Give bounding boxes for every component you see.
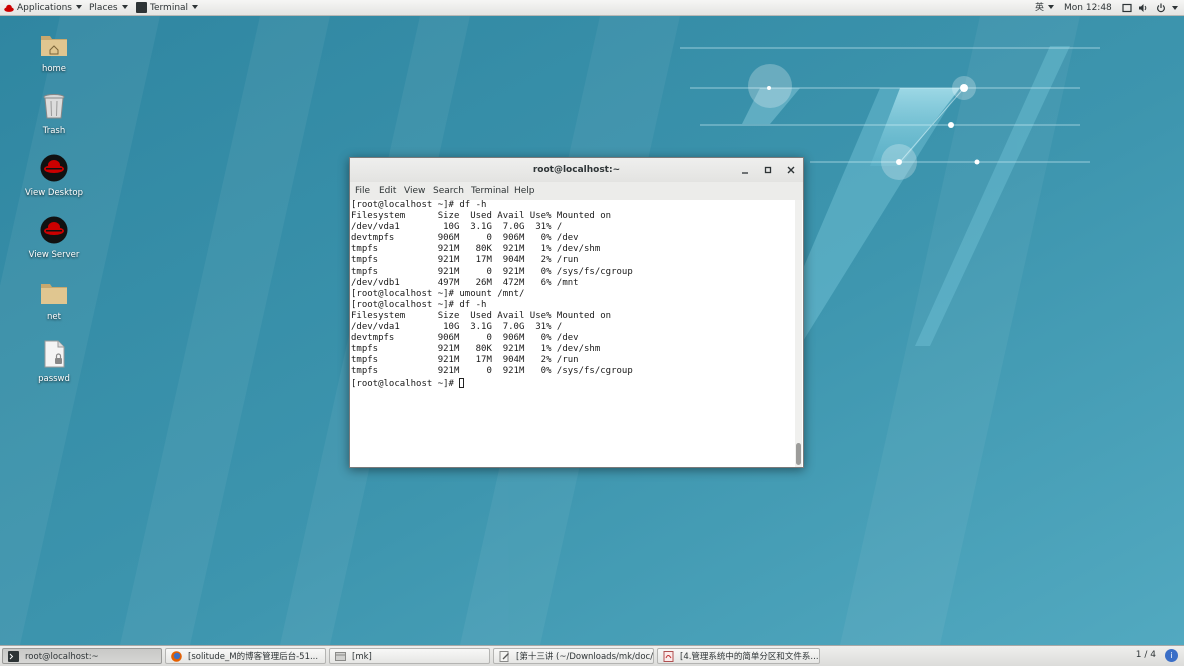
clock-label: Mon 12:48 [1064,3,1112,13]
bottom-panel: root@localhost:~ [solitude_M的博客管理后台-51..… [0,645,1184,666]
home-folder-icon [41,36,67,56]
desktop-icon-label: View Desktop [25,188,83,198]
firefox-icon [171,651,182,662]
window-titlebar[interactable]: root@localhost:~ [350,158,803,183]
terminal-body[interactable]: [root@localhost ~]# df -h Filesystem Siz… [350,200,803,467]
window-title: root@localhost:~ [532,165,621,175]
terminal-app-icon [136,2,147,13]
clock[interactable]: Mon 12:48 [1064,0,1112,16]
folder-icon [41,284,67,304]
taskbar-item-label: [4.管理系统中的简单分区和文件系... [680,652,819,662]
taskbar-item-label: root@localhost:~ [25,652,99,662]
taskbar-item-document-viewer[interactable]: [4.管理系统中的简单分区和文件系... [657,648,820,664]
text-editor-icon [499,651,509,662]
menu-terminal[interactable]: Terminal [471,182,509,200]
desktop-icon-label: Trash [42,126,66,136]
desktop-icon-net[interactable]: net [14,278,94,322]
menu-search[interactable]: Search [433,182,464,200]
redhat-server-icon [40,216,68,244]
workspace-switcher[interactable]: 1 / 4 [1136,646,1156,665]
menu-help[interactable]: Help [514,182,535,200]
desktop-icon-label: passwd [38,374,70,384]
input-method-label: 英 [1035,3,1045,13]
taskbar-item-text-editor[interactable]: [第十三讲 (~/Downloads/mk/doc/... [493,648,654,664]
maximize-icon [764,166,772,174]
taskbar-item-firefox[interactable]: [solitude_M的博客管理后台-51... [165,648,326,664]
maximize-button[interactable] [761,163,775,177]
chevron-down-icon [121,5,128,9]
desktop-icon-view-desktop[interactable]: View Desktop [14,154,94,198]
top-panel: Applications Places Terminal 英 Mon 12:48 [0,0,1184,16]
chevron-down-icon [192,5,199,9]
terminal-app-label: Terminal [150,3,189,13]
close-icon [787,166,795,174]
window-icon[interactable] [1122,3,1132,13]
places-label: Places [89,3,118,13]
terminal-window[interactable]: root@localhost:~ File Edit View Search T… [349,157,804,468]
desktop-icon-label: net [47,312,61,322]
volume-icon[interactable] [1138,3,1148,13]
menu-edit[interactable]: Edit [379,182,396,200]
desktop-icon-passwd[interactable]: passwd [14,340,94,384]
scrollbar-thumb[interactable] [796,443,801,465]
scrollbar[interactable] [795,200,802,467]
power-icon[interactable] [1156,3,1166,13]
close-button[interactable] [784,163,798,177]
desktop-icon-view-server[interactable]: View Server [14,216,94,260]
terminal-icon [8,651,19,662]
desktop-icon-label: View Server [28,250,80,260]
terminal-prompt: [root@localhost ~]# [351,378,460,389]
desktop-icon-trash[interactable]: Trash [14,92,94,136]
chevron-down-icon [75,5,82,9]
desktop-icon-home[interactable]: home [14,30,94,74]
menu-view[interactable]: View [404,182,425,200]
terminal-app-menu[interactable]: Terminal [150,0,199,16]
taskbar-item-label: [mk] [352,652,372,662]
terminal-output-area: [root@localhost ~]# df -h Filesystem Siz… [351,200,633,390]
file-manager-icon [335,652,346,661]
redhat-logo-icon [4,4,14,12]
applications-menu[interactable]: Applications [17,0,82,16]
terminal-output: [root@localhost ~]# df -h Filesystem Siz… [351,200,633,377]
applications-label: Applications [17,3,72,13]
system-menu-chevron-icon[interactable] [1172,6,1178,10]
taskbar-item-label: [solitude_M的博客管理后台-51... [188,652,319,662]
menu-file[interactable]: File [355,182,370,200]
trash-icon [43,94,65,119]
info-icon[interactable]: i [1165,649,1178,662]
desktop-icon-label: home [41,64,67,74]
taskbar-item-file-manager[interactable]: [mk] [329,648,490,664]
chevron-down-icon [1048,5,1055,9]
input-method-indicator[interactable]: 英 [1035,0,1055,16]
minimize-button[interactable] [738,163,752,177]
terminal-cursor [459,377,465,388]
taskbar-item-terminal[interactable]: root@localhost:~ [2,648,162,664]
menubar: File Edit View Search Terminal Help [350,182,803,201]
places-menu[interactable]: Places [89,0,128,16]
redhat-desktop-icon [40,154,68,182]
text-file-icon [44,340,65,368]
document-viewer-icon [663,651,674,662]
minimize-icon [742,172,748,174]
taskbar-item-label: [第十三讲 (~/Downloads/mk/doc/... [516,652,654,662]
